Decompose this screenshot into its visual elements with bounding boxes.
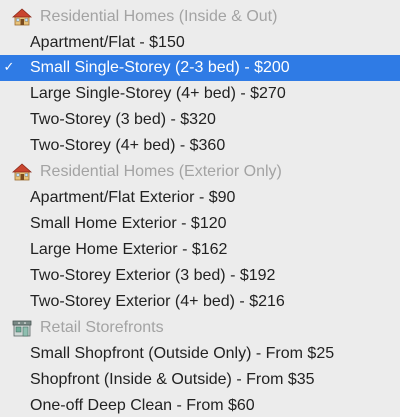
group-header-residential-inside-out: Residential Homes (Inside & Out) bbox=[0, 4, 400, 30]
group-header-label: Residential Homes (Exterior Only) bbox=[40, 163, 282, 180]
option-label: Two-Storey (3 bed) - $320 bbox=[30, 111, 216, 128]
option-one-off-deep-clean[interactable]: One-off Deep Clean - From $60 bbox=[0, 393, 400, 417]
option-two-storey-3-bed[interactable]: Two-Storey (3 bed) - $320 bbox=[0, 107, 400, 133]
group-header-label: Retail Storefronts bbox=[40, 319, 164, 336]
option-label: One-off Deep Clean - From $60 bbox=[30, 397, 255, 414]
option-small-single-storey[interactable]: ✓ Small Single-Storey (2-3 bed) - $200 bbox=[0, 55, 400, 81]
option-large-single-storey[interactable]: Large Single-Storey (4+ bed) - $270 bbox=[0, 81, 400, 107]
checkmark-icon: ✓ bbox=[3, 60, 15, 75]
option-label: Apartment/Flat - $150 bbox=[30, 34, 185, 51]
option-two-storey-4-bed[interactable]: Two-Storey (4+ bed) - $360 bbox=[0, 133, 400, 159]
option-label: Small Shopfront (Outside Only) - From $2… bbox=[30, 345, 335, 362]
option-shopfront-inside-outside[interactable]: Shopfront (Inside & Outside) - From $35 bbox=[0, 367, 400, 393]
group-header-retail-storefronts: Retail Storefronts bbox=[0, 315, 400, 341]
group-header-residential-exterior: Residential Homes (Exterior Only) bbox=[0, 159, 400, 185]
select-dropdown-menu: Residential Homes (Inside & Out) Apartme… bbox=[0, 0, 400, 417]
option-label: Apartment/Flat Exterior - $90 bbox=[30, 189, 236, 206]
option-large-home-exterior[interactable]: Large Home Exterior - $162 bbox=[0, 237, 400, 263]
house-icon bbox=[12, 8, 32, 26]
option-label: Two-Storey Exterior (3 bed) - $192 bbox=[30, 267, 276, 284]
option-label: Small Single-Storey (2-3 bed) - $200 bbox=[30, 59, 290, 76]
option-small-shopfront[interactable]: Small Shopfront (Outside Only) - From $2… bbox=[0, 341, 400, 367]
option-label: Two-Storey (4+ bed) - $360 bbox=[30, 137, 226, 154]
option-label: Two-Storey Exterior (4+ bed) - $216 bbox=[30, 293, 285, 310]
option-label: Shopfront (Inside & Outside) - From $35 bbox=[30, 371, 315, 388]
house-icon bbox=[12, 163, 32, 181]
group-header-label: Residential Homes (Inside & Out) bbox=[40, 8, 278, 25]
option-label: Large Single-Storey (4+ bed) - $270 bbox=[30, 85, 286, 102]
option-apartment-flat-exterior[interactable]: Apartment/Flat Exterior - $90 bbox=[0, 185, 400, 211]
storefront-icon bbox=[12, 320, 32, 337]
option-label: Large Home Exterior - $162 bbox=[30, 241, 228, 258]
option-label: Small Home Exterior - $120 bbox=[30, 215, 227, 232]
option-two-storey-exterior-3-bed[interactable]: Two-Storey Exterior (3 bed) - $192 bbox=[0, 263, 400, 289]
option-small-home-exterior[interactable]: Small Home Exterior - $120 bbox=[0, 211, 400, 237]
option-two-storey-exterior-4-bed[interactable]: Two-Storey Exterior (4+ bed) - $216 bbox=[0, 289, 400, 315]
option-apartment-flat[interactable]: Apartment/Flat - $150 bbox=[0, 30, 400, 56]
